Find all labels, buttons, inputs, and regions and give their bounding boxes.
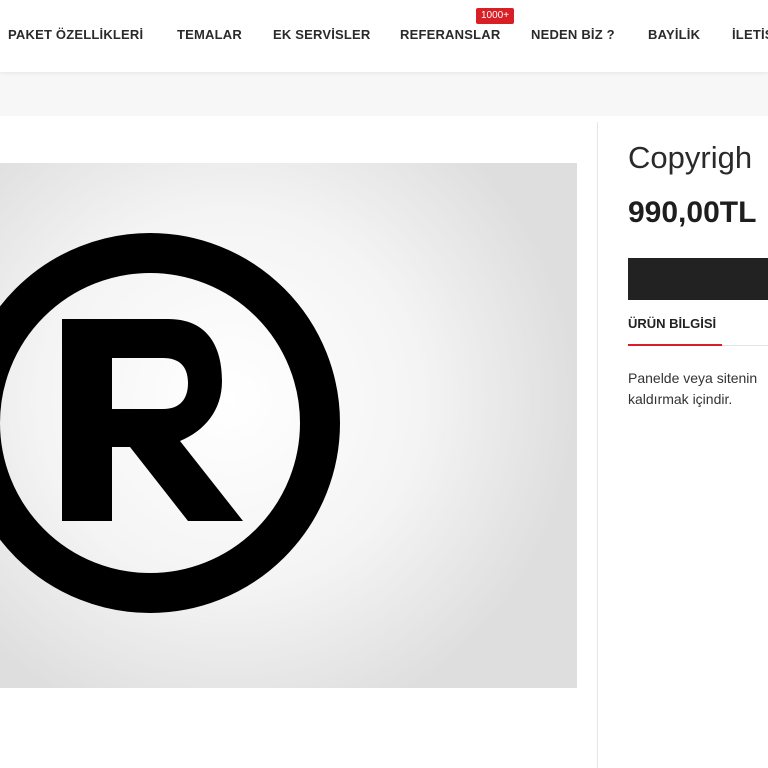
description-line: kaldırmak içindir.: [628, 391, 733, 407]
nav-item-ek-servisler[interactable]: EK SERVİSLER: [273, 27, 371, 42]
registered-trademark-icon: [0, 233, 340, 613]
tab-urun-bilgisi[interactable]: ÜRÜN BİLGİSİ: [628, 316, 716, 331]
active-tab-indicator: [628, 344, 722, 346]
add-to-cart-button[interactable]: [628, 258, 768, 300]
referanslar-badge: 1000+: [476, 8, 514, 24]
nav-item-bayilik[interactable]: BAYİLİK: [648, 27, 700, 42]
product-image[interactable]: [0, 163, 577, 688]
nav-item-referanslar[interactable]: REFERANSLAR: [400, 27, 500, 42]
description-line: Panelde veya sitenin: [628, 370, 758, 386]
nav-item-temalar[interactable]: TEMALAR: [177, 27, 242, 42]
tab-divider: [722, 345, 768, 346]
nav-item-neden-biz[interactable]: NEDEN BİZ ?: [531, 27, 615, 42]
product-description: Panelde veya sitenin kaldırmak içindir.: [628, 368, 768, 410]
nav-item-iletisim[interactable]: İLETİŞ: [732, 27, 768, 42]
top-navigation: PAKET ÖZELLİKLERİ TEMALAR EK SERVİSLER R…: [0, 0, 768, 72]
product-title: Copyrigh: [628, 140, 753, 175]
product-price: 990,00TL: [628, 196, 757, 229]
column-divider: [597, 122, 598, 768]
breadcrumb-band: [0, 72, 768, 116]
nav-item-paket-ozellikleri[interactable]: PAKET ÖZELLİKLERİ: [8, 27, 143, 42]
